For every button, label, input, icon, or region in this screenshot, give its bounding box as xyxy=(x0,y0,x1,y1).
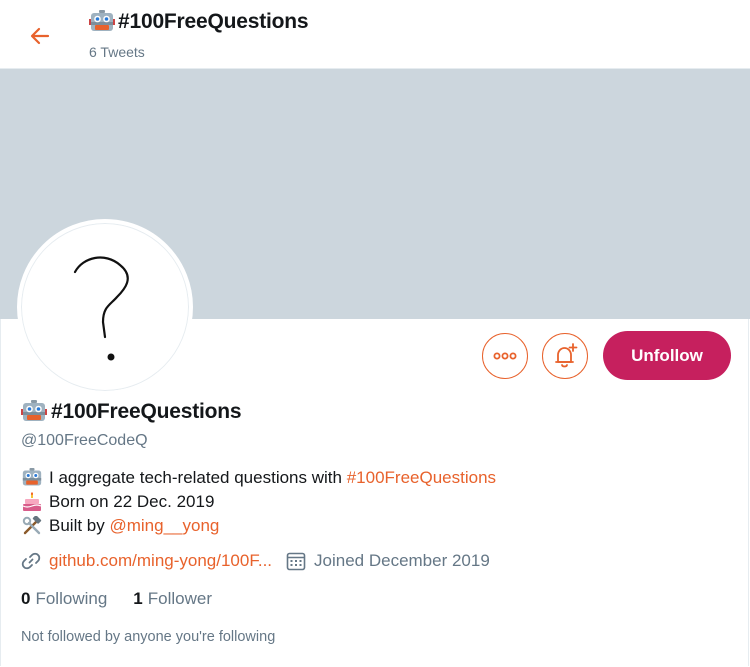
header-title-row: #100FreeQuestions xyxy=(89,10,309,34)
following-count: 0 xyxy=(21,589,31,608)
website-link[interactable]: github.com/ming-yong/100F... xyxy=(49,551,272,571)
question-mark-sketch-icon xyxy=(73,256,129,361)
birthday-cake-icon xyxy=(21,491,43,513)
following-label: Following xyxy=(35,589,108,608)
back-button[interactable] xyxy=(22,18,58,54)
calendar-icon xyxy=(286,551,306,571)
hashtag-link[interactable]: #100FreeQuestions xyxy=(347,466,496,490)
bio-line: Born on 22 Dec. 2019 xyxy=(21,490,496,514)
notify-button[interactable] xyxy=(542,333,588,379)
profile-header: #100FreeQuestions 6 Tweets xyxy=(0,0,750,69)
hammer-wrench-icon xyxy=(21,515,43,537)
avatar[interactable] xyxy=(17,219,193,395)
not-followed-note: Not followed by anyone you're following xyxy=(21,629,276,645)
bio-text: Born on 22 Dec. 2019 xyxy=(49,492,215,511)
profile-name-row: #100FreeQuestions xyxy=(21,400,242,424)
unfollow-button[interactable]: Unfollow xyxy=(603,331,731,380)
bell-plus-icon xyxy=(555,343,578,368)
robot-icon xyxy=(21,467,43,489)
followers-count: 1 xyxy=(133,589,143,608)
more-button[interactable] xyxy=(482,333,528,379)
more-dots-icon xyxy=(493,352,517,360)
header-title: #100FreeQuestions xyxy=(118,10,309,33)
website-item: github.com/ming-yong/100F... xyxy=(21,551,272,571)
profile-handle: @100FreeCodeQ xyxy=(21,432,148,449)
avatar-image xyxy=(25,227,185,387)
tweet-count: 6 Tweets xyxy=(89,44,145,60)
bio-line: Built by @ming__yong xyxy=(21,514,496,538)
profile-name: #100FreeQuestions xyxy=(51,400,242,423)
mention-link[interactable]: @ming__yong xyxy=(109,514,219,538)
followers-label: Follower xyxy=(147,589,212,608)
joined-date: Joined December 2019 xyxy=(314,551,490,570)
link-icon xyxy=(21,551,41,571)
bio-line: I aggregate tech-related questions with … xyxy=(21,466,496,490)
bio-text: Built by xyxy=(49,516,105,535)
profile-bio: I aggregate tech-related questions with … xyxy=(21,466,496,538)
bio-text: I aggregate tech-related questions with xyxy=(49,468,342,487)
arrow-left-icon xyxy=(30,27,50,45)
robot-icon xyxy=(89,10,115,31)
followers-link[interactable]: 1 Follower xyxy=(133,589,212,609)
following-link[interactable]: 0 Following xyxy=(21,589,107,609)
robot-icon xyxy=(21,400,47,421)
profile-meta: github.com/ming-yong/100F... Joined Dece… xyxy=(21,551,504,571)
joined-item: Joined December 2019 xyxy=(286,551,490,571)
follow-stats: 0 Following 1 Follower xyxy=(21,589,238,609)
